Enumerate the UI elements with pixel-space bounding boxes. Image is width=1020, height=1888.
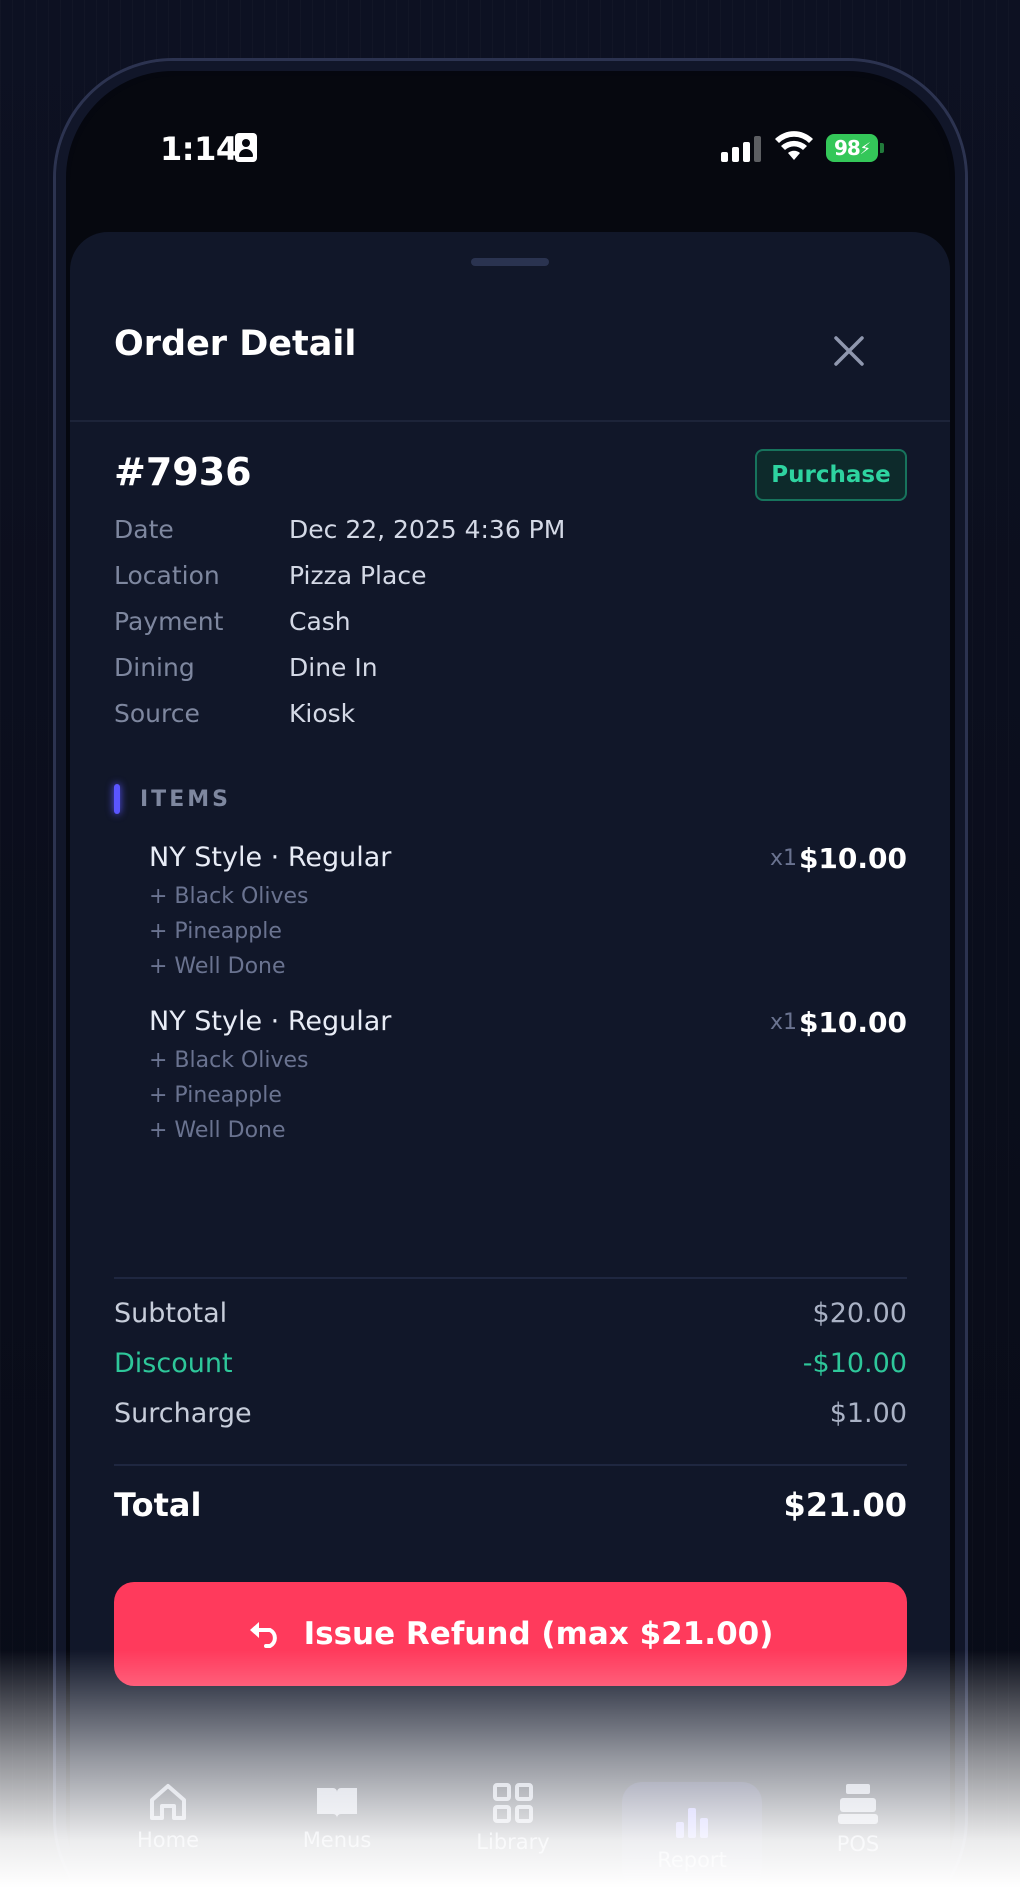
close-button[interactable] [822, 324, 876, 378]
register-icon [838, 1784, 878, 1824]
line-item[interactable]: NY Style · Regular x1 $10.00 + Black Oli… [149, 842, 907, 984]
battery-tip [880, 143, 884, 153]
tab-label: Home [136, 1828, 199, 1852]
surcharge-row: Surcharge $1.00 [114, 1398, 907, 1438]
tab-label: Report [657, 1848, 727, 1872]
meta-value: Dine In [289, 653, 378, 682]
tab-pos[interactable]: POS [788, 1782, 928, 1888]
item-modifiers: + Black Olives + Pineapple + Well Done [149, 1043, 907, 1148]
battery-level: 98 [833, 136, 861, 160]
undo-icon [248, 1620, 284, 1648]
total-row: Total $21.00 [114, 1486, 907, 1534]
items-section-label: ITEMS [140, 786, 231, 812]
total-divider [114, 1464, 907, 1466]
battery-icon: 98 ⚡ [826, 134, 878, 162]
meta-label: Payment [114, 607, 224, 636]
tab-home[interactable]: Home [98, 1782, 238, 1888]
line-item[interactable]: NY Style · Regular x1 $10.00 + Black Oli… [149, 1006, 907, 1148]
issue-refund-button[interactable]: Issue Refund (max $21.00) [114, 1582, 907, 1686]
home-icon [150, 1784, 186, 1820]
order-number: #7936 [114, 450, 252, 494]
cellular-signal-icon [721, 136, 763, 162]
items-section-header: ITEMS [114, 784, 231, 814]
meta-value: Kiosk [289, 699, 356, 728]
item-price: $10.00 [798, 1006, 907, 1039]
item-quantity: x1 [769, 846, 797, 871]
meta-label: Date [114, 515, 174, 544]
modifier: + Well Done [149, 954, 286, 979]
total-value: $21.00 [783, 1486, 907, 1524]
order-type-badge: Purchase [755, 449, 907, 501]
total-label: Total [114, 1486, 202, 1524]
header-divider [70, 420, 950, 422]
totals-divider [114, 1277, 907, 1279]
discount-value: -$10.00 [802, 1348, 907, 1379]
item-modifiers: + Black Olives + Pineapple + Well Done [149, 879, 907, 984]
item-quantity: x1 [769, 1010, 797, 1035]
sheet-title: Order Detail [114, 324, 357, 364]
tab-label: POS [836, 1832, 880, 1856]
tab-library[interactable]: Library [443, 1782, 583, 1888]
order-detail-sheet: Order Detail #7936 Purchase Date Dec 22,… [70, 232, 950, 1888]
tab-menus[interactable]: Menus [267, 1782, 407, 1888]
grid-icon [493, 1783, 533, 1823]
discount-row: Discount -$10.00 [114, 1348, 907, 1388]
status-time: 1:14 [160, 130, 238, 168]
subtotal-label: Subtotal [114, 1298, 228, 1329]
person-badge-icon [235, 133, 257, 162]
subtotal-value: $20.00 [812, 1298, 907, 1329]
meta-value: Cash [289, 607, 351, 636]
item-price: $10.00 [798, 842, 907, 875]
discount-label: Discount [114, 1348, 233, 1379]
modifier: + Pineapple [149, 919, 282, 944]
modifier: + Well Done [149, 1118, 286, 1143]
meta-label: Dining [114, 653, 195, 682]
modifier: + Black Olives [149, 1048, 309, 1073]
subtotal-row: Subtotal $20.00 [114, 1298, 907, 1338]
modifier: + Pineapple [149, 1083, 282, 1108]
meta-label: Source [114, 699, 200, 728]
meta-value: Dec 22, 2025 4:36 PM [289, 515, 566, 544]
section-accent-bar [114, 784, 120, 814]
tab-label: Library [476, 1830, 550, 1854]
surcharge-value: $1.00 [829, 1398, 907, 1429]
issue-refund-label: Issue Refund (max $21.00) [303, 1616, 774, 1652]
modifier: + Black Olives [149, 884, 309, 909]
tab-report[interactable]: Report [622, 1782, 762, 1888]
sheet-drag-handle[interactable] [471, 258, 549, 266]
book-icon [317, 1788, 357, 1818]
bar-chart-icon [676, 1808, 708, 1838]
screen: 1:14 98 ⚡ Order Detail #7936 Purchase Dat… [70, 76, 950, 1888]
tab-label: Menus [302, 1828, 372, 1852]
wifi-icon [775, 131, 813, 160]
meta-label: Location [114, 561, 220, 590]
close-icon [834, 336, 864, 366]
surcharge-label: Surcharge [114, 1398, 252, 1429]
meta-value: Pizza Place [289, 561, 427, 590]
